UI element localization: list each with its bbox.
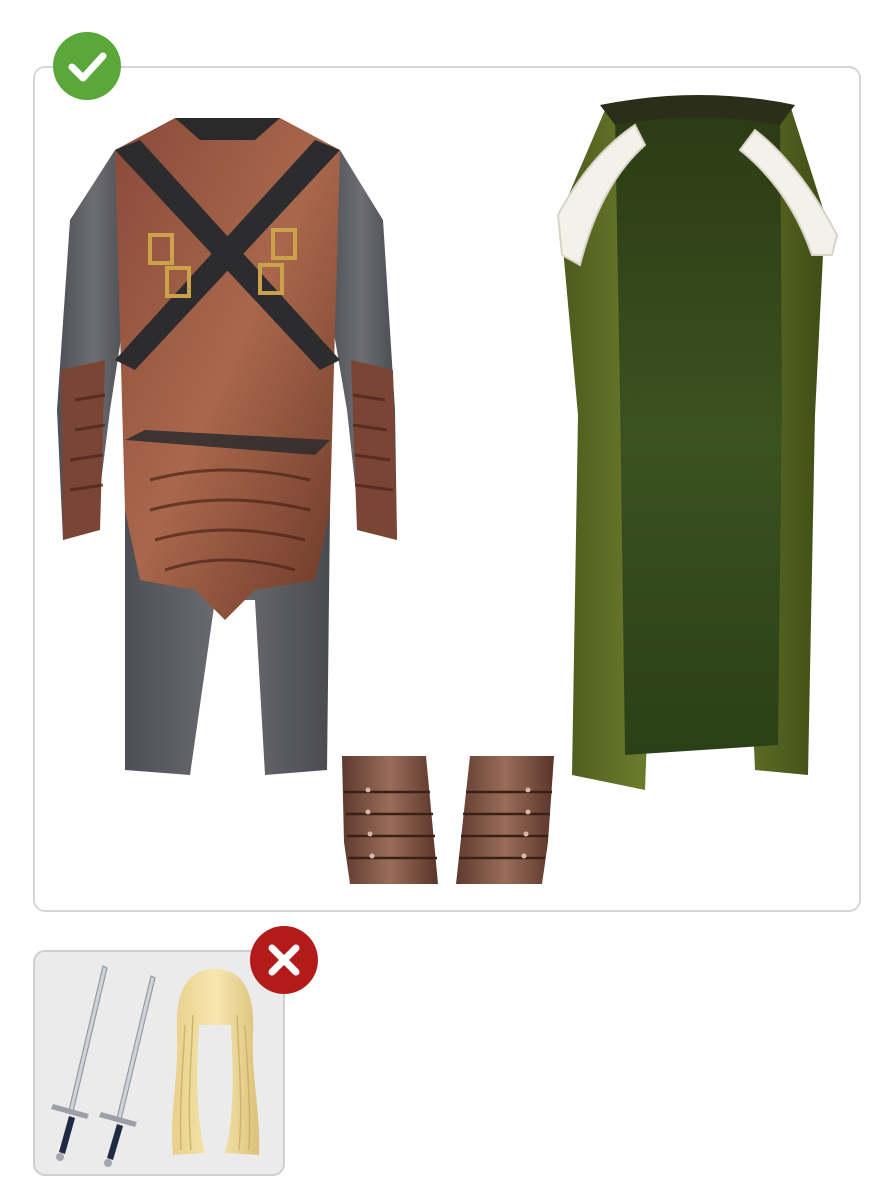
armor-tunic-image: [55, 110, 400, 780]
check-icon: [53, 32, 121, 100]
swords-image: [45, 962, 160, 1167]
bracers-image: [338, 752, 560, 890]
close-icon: [250, 926, 318, 994]
blonde-wig-image: [165, 965, 265, 1160]
excluded-badge: [250, 926, 318, 994]
included-badge: [53, 32, 121, 100]
green-cape-image: [550, 95, 845, 795]
